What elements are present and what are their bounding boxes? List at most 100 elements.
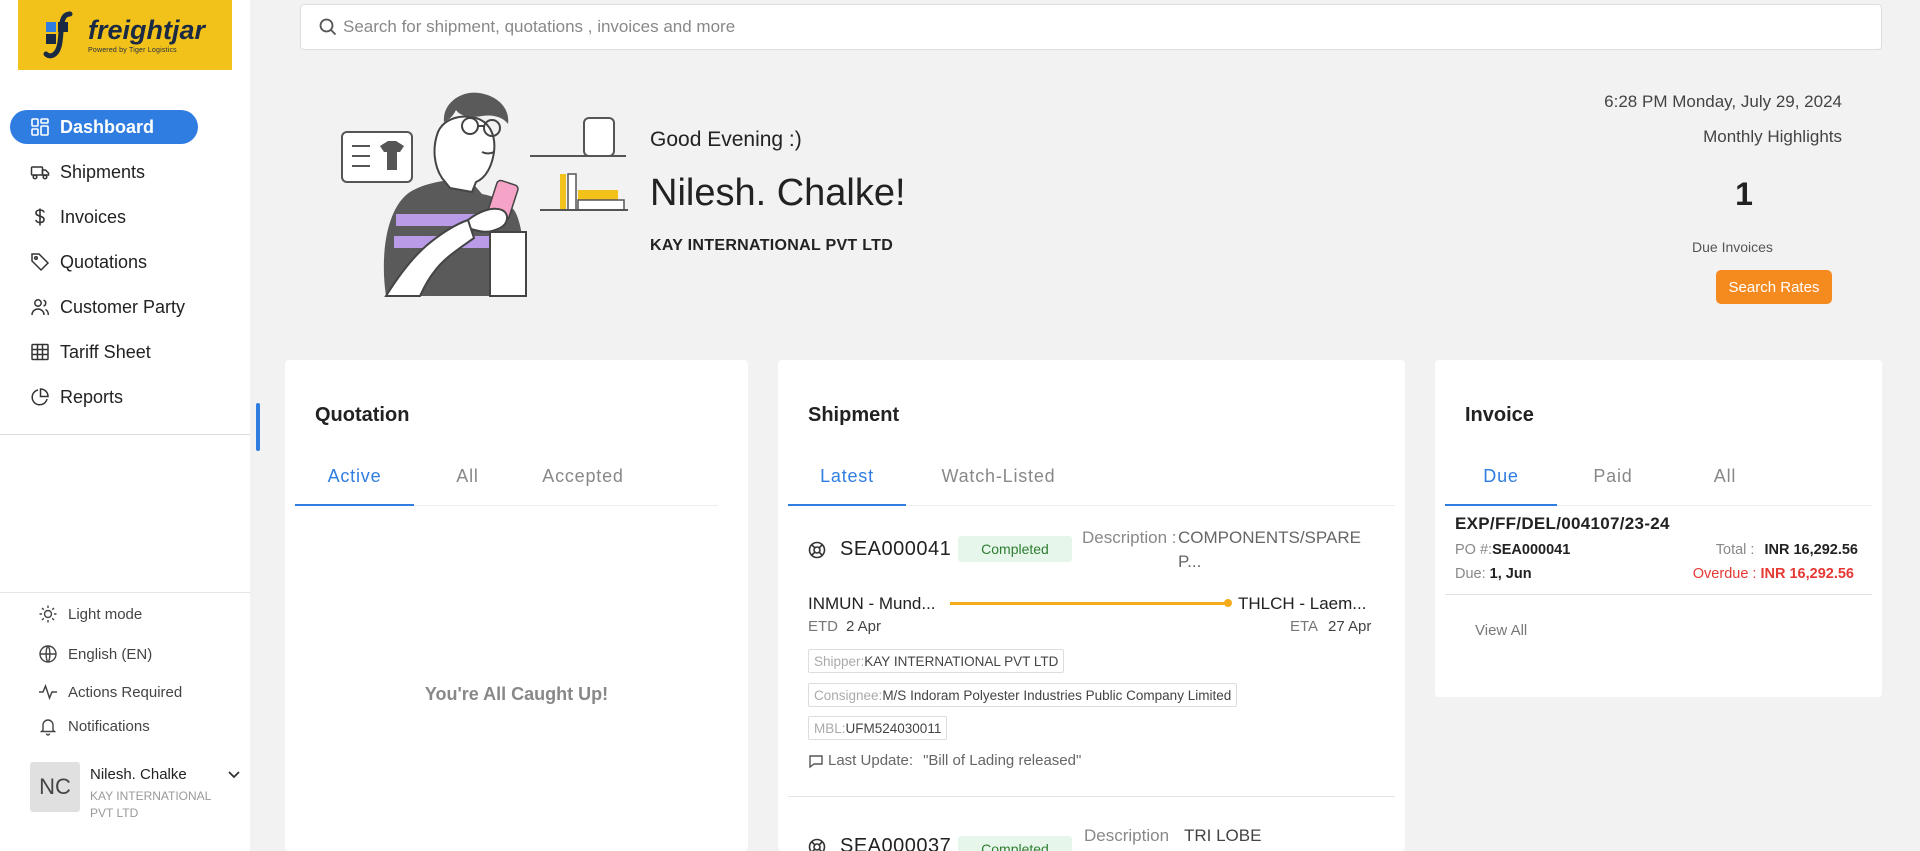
actions-required-label: Actions Required xyxy=(68,683,183,701)
etd-label: ETD xyxy=(808,618,838,635)
brand-tagline: Powered by Tiger Logistics xyxy=(88,46,177,54)
eta-label: ETA xyxy=(1290,618,1319,635)
consignee-chip: Consignee: M/S Indoram Polyester Industr… xyxy=(808,683,1238,707)
nav-label: Shipments xyxy=(60,161,146,182)
search-input[interactable] xyxy=(343,17,1843,37)
notifications-label: Notifications xyxy=(68,717,150,735)
nav-item-dashboard[interactable]: Dashboard xyxy=(10,110,198,144)
dashboard-icon xyxy=(31,118,49,136)
activity-icon xyxy=(39,683,57,701)
user-organization: KAY INTERNATIONAL PVT LTD xyxy=(90,789,211,820)
route-dot xyxy=(1224,599,1232,607)
global-search[interactable] xyxy=(300,4,1882,50)
nav-label: Dashboard xyxy=(60,116,155,137)
shipment-id[interactable]: SEA000041 xyxy=(840,538,951,561)
nav-item-quotations[interactable]: Quotations xyxy=(10,245,198,279)
shipment-card: Shipment Latest Watch-Listed SEA000041 C… xyxy=(778,360,1405,851)
nav-item-customer-party[interactable]: Customer Party xyxy=(10,290,198,324)
nav-item-invoices[interactable]: Invoices xyxy=(10,200,198,234)
shipment-tabs: Latest Watch-Listed xyxy=(788,452,1091,506)
light-mode-label: Light mode xyxy=(68,605,143,623)
nav-label: Invoices xyxy=(60,206,127,227)
last-update-label: Last Update: xyxy=(828,752,914,769)
tab-all[interactable]: All xyxy=(1669,452,1781,506)
tab-active[interactable]: Active xyxy=(295,452,414,506)
brand-name: freightjar xyxy=(88,14,206,45)
tab-paid[interactable]: Paid xyxy=(1557,452,1669,506)
avatar: NC xyxy=(30,762,80,812)
invoice-number[interactable]: EXP/FF/DEL/004107/23-24 xyxy=(1455,514,1670,534)
nav-label: Quotations xyxy=(60,251,148,272)
tab-all[interactable]: All xyxy=(414,452,521,506)
sidebar: freightjar Powered by Tiger Logistics Da… xyxy=(0,0,250,851)
quotation-card: Quotation Active All Accepted You're All… xyxy=(285,360,748,851)
origin-port: INMUN - Mund... xyxy=(808,594,936,613)
greeting-text: Good Evening :) xyxy=(650,128,802,151)
destination-port: THLCH - Laem... xyxy=(1238,594,1367,613)
tab-due[interactable]: Due xyxy=(1445,452,1557,506)
shipment-id[interactable]: SEA000037 xyxy=(840,835,951,851)
truck-icon xyxy=(30,166,50,180)
nav-item-shipments[interactable]: Shipments xyxy=(10,155,198,189)
due-row: Due: 1, Jun xyxy=(1455,566,1532,582)
chevron-down-icon[interactable] xyxy=(226,766,242,782)
status-badge: Completed xyxy=(958,836,1072,851)
shipper-chip: Shipper: KAY INTERNATIONAL PVT LTD xyxy=(808,649,1065,673)
lifebuoy-icon xyxy=(808,838,826,851)
invoice-title: Invoice xyxy=(1465,404,1534,426)
light-mode-toggle[interactable]: Light mode xyxy=(38,604,238,624)
table-icon xyxy=(31,343,49,361)
tag-icon xyxy=(31,253,50,272)
status-badge: Completed xyxy=(958,536,1072,562)
shipper-label: Shipper: xyxy=(814,653,865,669)
shipment-title: Shipment xyxy=(808,404,900,426)
last-update: Last Update: "Bill of Lading released" xyxy=(808,752,1081,769)
globe-icon xyxy=(39,645,57,663)
tab-accepted[interactable]: Accepted xyxy=(521,452,645,506)
route-line xyxy=(950,602,1228,605)
description-value: COMPONENTS/SPARE P... xyxy=(1178,528,1361,571)
actions-required-link[interactable]: Actions Required xyxy=(38,682,238,702)
user-name: Nilesh. Chalke xyxy=(90,766,187,783)
po-label: PO #: xyxy=(1455,542,1493,558)
overdue-value: INR 16,292.56 xyxy=(1760,566,1854,582)
po-row: PO #:SEA000041 xyxy=(1455,542,1570,558)
due-label: Due: xyxy=(1455,566,1486,582)
consignee-label: Consignee: xyxy=(814,687,883,703)
sidebar-scrollbar[interactable] xyxy=(256,403,260,451)
description-value: TRI LOBE xyxy=(1184,826,1262,845)
users-icon xyxy=(31,299,50,316)
nav-item-tariff-sheet[interactable]: Tariff Sheet xyxy=(10,335,198,369)
language-selector[interactable]: English (EN) xyxy=(38,644,238,664)
description-label: Description xyxy=(1084,826,1170,845)
nav-label: Tariff Sheet xyxy=(60,341,151,362)
quotation-title: Quotation xyxy=(315,404,410,426)
message-icon xyxy=(809,754,823,768)
pie-chart-icon xyxy=(31,388,49,406)
due-invoices-label: Due Invoices xyxy=(1692,239,1773,255)
current-datetime: 6:28 PM Monday, July 29, 2024 xyxy=(1604,92,1842,111)
monthly-highlights-title: Monthly Highlights xyxy=(1703,127,1842,146)
po-value: SEA000041 xyxy=(1492,542,1571,558)
freightjar-logo[interactable]: freightjar Powered by Tiger Logistics xyxy=(18,0,232,70)
nav-item-reports[interactable]: Reports xyxy=(10,380,198,414)
empty-state-message: You're All Caught Up! xyxy=(424,684,609,704)
user-profile[interactable]: NC Nilesh. Chalke KAY INTERNATIONAL PVT … xyxy=(30,762,245,824)
list-divider xyxy=(788,796,1395,797)
description-label: Description : xyxy=(1082,528,1177,547)
etd-value: 2 Apr xyxy=(846,618,882,635)
mbl-chip: MBL: UFM524030011 xyxy=(808,716,948,740)
overdue-row: Overdue : INR 16,292.56 xyxy=(1693,566,1854,582)
nav-label: Reports xyxy=(60,386,124,407)
tab-watch-listed[interactable]: Watch-Listed xyxy=(906,452,1091,506)
last-update-value: "Bill of Lading released" xyxy=(923,752,1082,769)
quotation-tabs: Active All Accepted xyxy=(295,452,645,506)
mbl-label: MBL: xyxy=(814,720,846,736)
nav-divider xyxy=(0,434,250,435)
due-invoices-count[interactable]: 1 xyxy=(1724,176,1764,213)
notifications-link[interactable]: Notifications xyxy=(38,716,238,736)
search-rates-button[interactable]: Search Rates xyxy=(1716,270,1832,304)
invoice-tabs: Due Paid All xyxy=(1445,452,1781,506)
view-all-link[interactable]: View All xyxy=(1475,622,1527,639)
tab-latest[interactable]: Latest xyxy=(788,452,906,506)
